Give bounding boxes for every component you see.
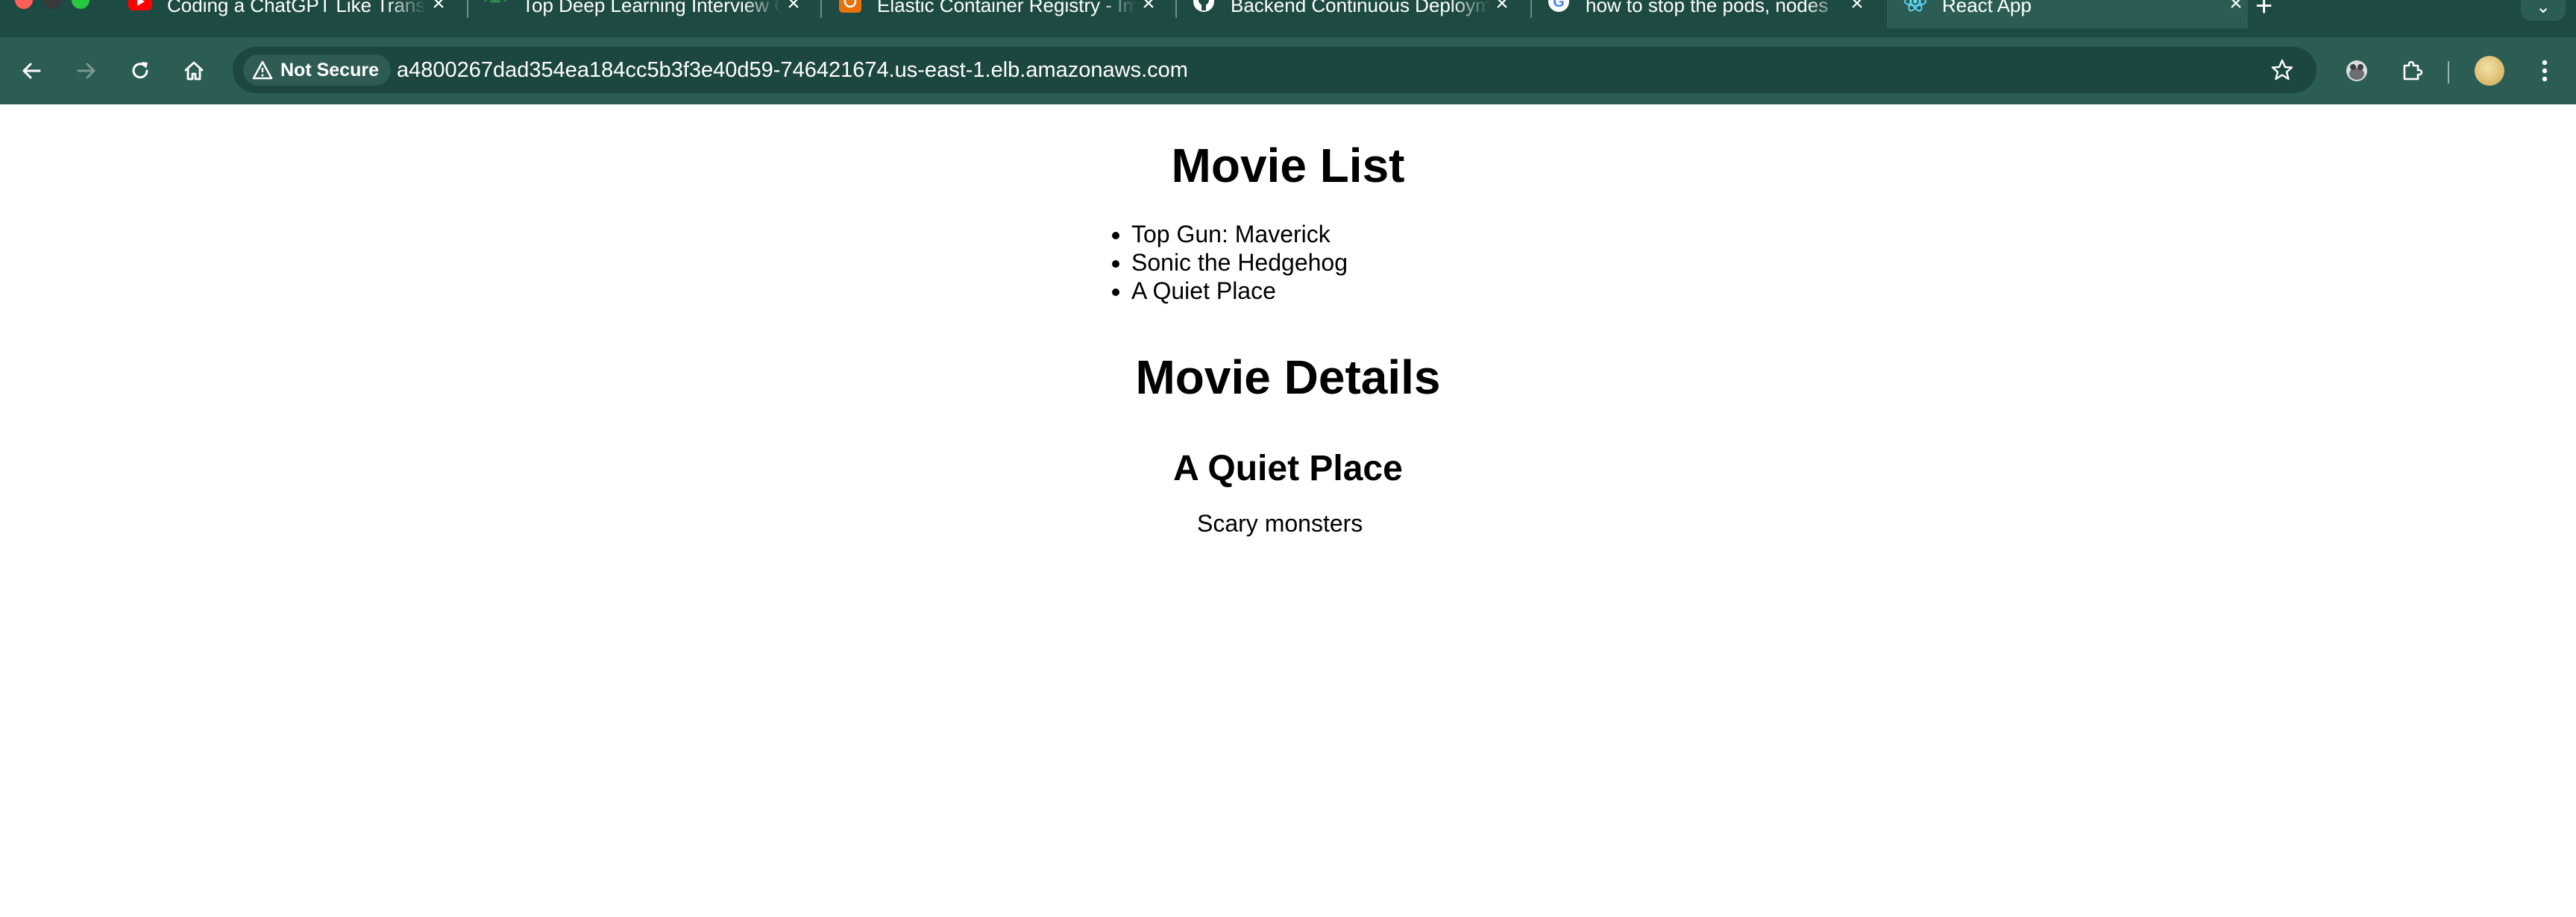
bookmark-star-icon[interactable] <box>2269 57 2296 83</box>
movie-list-heading: Movie List <box>1171 139 1405 192</box>
browser-menu-button[interactable] <box>2528 54 2561 87</box>
new-tab-button[interactable]: + <box>2255 0 2272 21</box>
tab-title: Elastic Container Registry - Images <box>877 0 1137 16</box>
aws-ecr-icon <box>838 0 862 13</box>
react-icon <box>1903 0 1927 13</box>
puzzle-piece-icon <box>2403 60 2423 81</box>
minimize-window-button[interactable] <box>43 0 61 9</box>
close-window-button[interactable] <box>15 0 33 9</box>
tab-github[interactable]: Backend Continuous Deployment × <box>1192 0 1514 28</box>
close-tab-icon[interactable]: × <box>427 0 450 16</box>
close-tab-icon[interactable]: × <box>2224 0 2248 16</box>
arrow-right-icon <box>77 63 95 79</box>
close-tab-icon[interactable]: × <box>1490 0 1514 16</box>
extension-avatar-icon <box>2346 60 2367 81</box>
tab-strip: Coding a ChatGPT Like Transformer × Top … <box>0 0 2576 37</box>
forward-button[interactable] <box>70 54 103 87</box>
tab-separator <box>467 0 468 18</box>
github-icon <box>1192 0 1216 13</box>
back-button[interactable] <box>15 54 48 87</box>
more-vertical-icon <box>2542 60 2548 82</box>
movie-list: Top Gun: Maverick Sonic the Hedgehog A Q… <box>1097 220 1619 305</box>
movie-list-item[interactable]: Sonic the Hedgehog <box>1131 248 1619 277</box>
tab-search-button[interactable]: ⌄ <box>2521 0 2566 21</box>
tab-title: React App <box>1942 0 2032 16</box>
tab-title: Top Deep Learning Interview Questions <box>522 0 782 16</box>
tab-geeksforgeeks[interactable]: Top Deep Learning Interview Questions × <box>483 0 805 28</box>
home-icon <box>184 61 204 81</box>
browser-toolbar: Not Secure a4800267dad354ea184cc5b3f3e40… <box>0 37 2576 104</box>
close-tab-icon[interactable]: × <box>1137 0 1160 16</box>
window-controls <box>15 0 89 9</box>
reload-button[interactable] <box>124 54 157 87</box>
youtube-icon <box>128 0 152 13</box>
site-info-button[interactable]: Not Secure <box>243 54 391 86</box>
geeksforgeeks-icon <box>483 0 507 13</box>
tab-google-search[interactable]: G how to stop the pods, nodes × <box>1547 0 1869 28</box>
google-icon: G <box>1547 0 1571 13</box>
tab-title: Coding a ChatGPT Like Transformer <box>167 0 427 16</box>
warning-icon <box>252 60 273 80</box>
maximize-window-button[interactable] <box>72 0 89 9</box>
tab-separator <box>1175 0 1177 18</box>
tab-title: Backend Continuous Deployment <box>1231 0 1490 16</box>
movie-details-heading: Movie Details <box>1135 350 1441 404</box>
tab-separator <box>1530 0 1532 18</box>
selected-movie-title: A Quiet Place <box>1173 449 1403 488</box>
profile-avatar[interactable] <box>2475 56 2504 86</box>
app-root: Movie List Top Gun: Maverick Sonic the H… <box>1027 104 1549 538</box>
home-button[interactable] <box>178 54 210 87</box>
extensions-button[interactable] <box>2396 54 2428 87</box>
selected-movie-description: Scary monsters <box>1197 510 1363 537</box>
movie-list-item[interactable]: Top Gun: Maverick <box>1131 220 1619 248</box>
reload-icon <box>132 62 148 79</box>
tab-react-app[interactable]: React App × <box>1887 0 2248 28</box>
tab-title: how to stop the pods, nodes <box>1586 0 1829 16</box>
close-tab-icon[interactable]: × <box>782 0 805 16</box>
svg-text:G: G <box>1553 0 1565 10</box>
url-text[interactable]: a4800267dad354ea184cc5b3f3e40d59-7464216… <box>397 47 1188 93</box>
arrow-left-icon <box>22 63 41 79</box>
page-viewport: Movie List Top Gun: Maverick Sonic the H… <box>0 104 2576 917</box>
close-tab-icon[interactable]: × <box>1845 0 1869 16</box>
movie-list-item[interactable]: A Quiet Place <box>1131 277 1619 305</box>
security-label: Not Secure <box>280 59 379 81</box>
address-bar[interactable]: Not Secure a4800267dad354ea184cc5b3f3e40… <box>233 47 2316 93</box>
tab-separator <box>820 0 822 18</box>
tab-ecr[interactable]: Elastic Container Registry - Images × <box>838 0 1160 28</box>
tab-youtube[interactable]: Coding a ChatGPT Like Transformer × <box>128 0 450 28</box>
toolbar-divider <box>2448 61 2449 83</box>
extension-button[interactable] <box>2340 54 2373 87</box>
